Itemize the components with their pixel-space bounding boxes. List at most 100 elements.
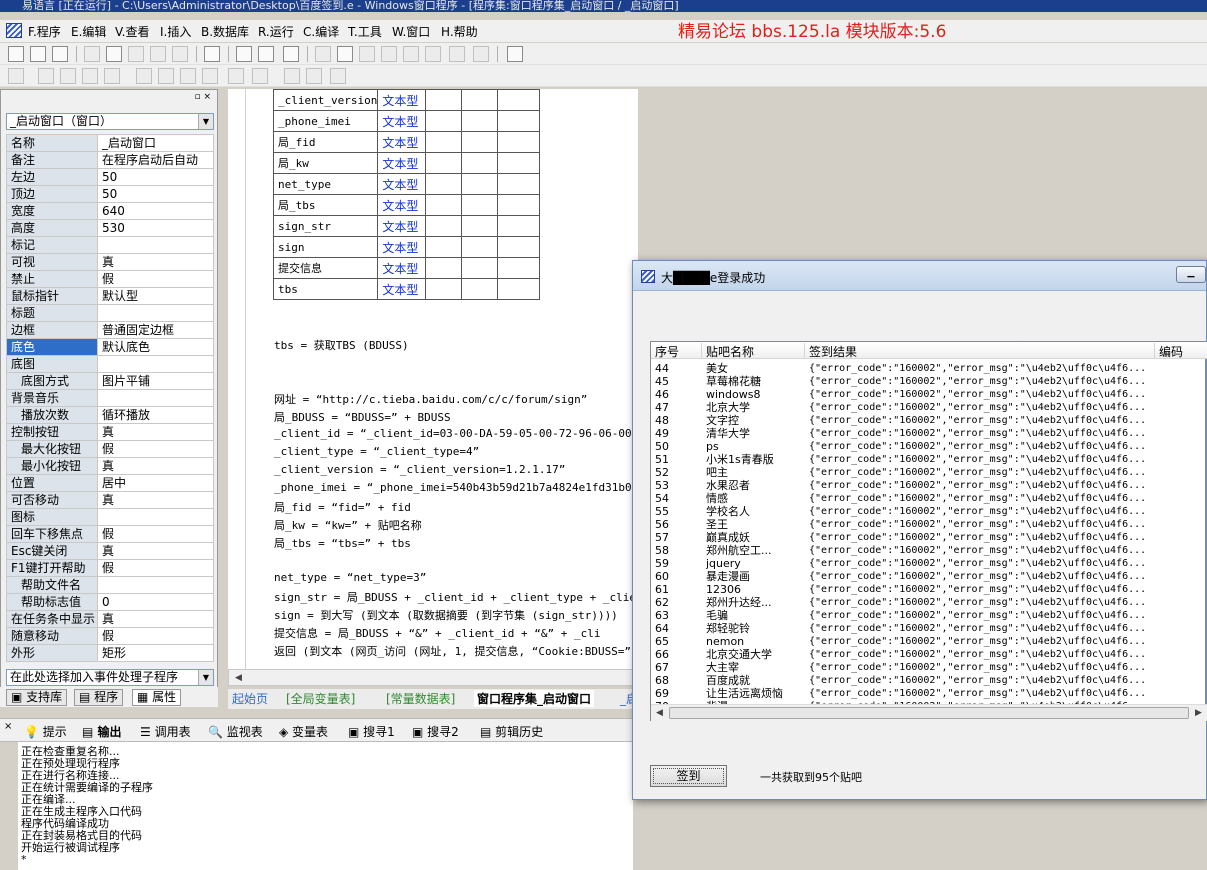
redo-icon[interactable]: [150, 46, 166, 62]
property-value[interactable]: 居中: [97, 474, 214, 492]
cut-icon[interactable]: [84, 46, 100, 62]
variable-cell[interactable]: [425, 152, 463, 174]
variable-type[interactable]: 文本型: [377, 278, 427, 300]
code-line[interactable]: 网址 = “http://c.tieba.baidu.com/c/c/forum…: [274, 391, 587, 407]
property-row[interactable]: 底图: [6, 355, 214, 373]
col-sign-result[interactable]: 签到结果: [804, 343, 1154, 359]
paste-icon[interactable]: [128, 46, 144, 62]
property-value[interactable]: 假: [97, 270, 214, 288]
code-editor[interactable]: _client_version 文本型 _phone_imei 文本型 局_fid 文本型…: [228, 89, 658, 669]
tab-watch[interactable]: 🔍 监视表: [208, 723, 263, 740]
property-row[interactable]: 鼠标指针 默认型: [6, 287, 214, 305]
center-both-icon[interactable]: [330, 68, 346, 84]
code-line[interactable]: _phone_imei = “_phone_imei=540b43b59d21b…: [274, 481, 658, 494]
property-row[interactable]: 可视真: [6, 253, 214, 271]
open-folder-icon[interactable]: [30, 46, 46, 62]
code-line[interactable]: 局_kw = “kw=” + 贴吧名称: [274, 517, 422, 533]
property-row[interactable]: 标记: [6, 236, 214, 254]
list-horizontal-scrollbar[interactable]: ◀ ▶: [651, 704, 1207, 721]
event-selector[interactable]: 在此处选择加入事件处理子程序 ▼: [6, 669, 214, 686]
property-row[interactable]: 图标: [6, 508, 214, 526]
variable-cell[interactable]: [425, 89, 463, 111]
list-item[interactable]: 54 情感 {"error_code":"160002","error_msg":"…: [651, 492, 1207, 505]
list-item[interactable]: 55 学校名人 {"error_code":"160002","error_msg"…: [651, 505, 1207, 518]
property-value[interactable]: 真: [97, 457, 214, 475]
list-item[interactable]: 60 暴走漫画 {"error_code":"160002","error_msg"…: [651, 570, 1207, 583]
menu-edit[interactable]: E.编辑: [71, 23, 106, 40]
property-value[interactable]: 默认型: [97, 287, 214, 305]
scroll-thumb[interactable]: [669, 707, 1189, 719]
property-row[interactable]: 高度 530: [6, 219, 214, 237]
property-value[interactable]: [97, 576, 214, 594]
tab-start-page[interactable]: 起始页: [232, 690, 268, 707]
variable-row[interactable]: 局_tbs 文本型: [272, 194, 541, 216]
property-value[interactable]: 530: [97, 219, 214, 237]
variable-row[interactable]: _phone_imei 文本型: [272, 110, 541, 132]
step-1-icon[interactable]: [359, 46, 375, 62]
sign-result-list[interactable]: 序号 贴吧名称 签到结果 编码 44 美女 {"error_code":"16000…: [650, 341, 1207, 721]
col-tieba-name[interactable]: 贴吧名称: [701, 343, 804, 359]
variable-type[interactable]: 文本型: [377, 152, 427, 174]
align-center-icon[interactable]: [60, 68, 76, 84]
debug-icon[interactable]: [507, 46, 523, 62]
variable-type[interactable]: 文本型: [377, 215, 427, 237]
code-line[interactable]: 提交信息 = 局_BDUSS + “&” + _client_id + “&” …: [274, 625, 601, 641]
find-icon[interactable]: [204, 46, 220, 62]
list-item[interactable]: 46 windows8 {"error_code":"160002","error_…: [651, 388, 1207, 401]
list-item[interactable]: 51 小米1s青春版 {"error_code":"160002","error_m…: [651, 453, 1207, 466]
tab-window-module[interactable]: 窗口程序集_启动窗口: [474, 690, 595, 707]
list-item[interactable]: 69 让生活远离烦恼 {"error_code":"160002","error_m…: [651, 687, 1207, 700]
variable-cell[interactable]: [497, 152, 541, 174]
property-row[interactable]: 底色 默认底色: [6, 338, 214, 356]
property-value[interactable]: [97, 304, 214, 322]
property-value[interactable]: 50: [97, 185, 214, 203]
variable-cell[interactable]: [425, 215, 463, 237]
property-value[interactable]: 在程序启动后自动: [97, 151, 214, 169]
list-item[interactable]: 52 吧主 {"error_code":"160002","error_msg":"…: [651, 466, 1207, 479]
variable-cell[interactable]: [461, 236, 499, 258]
variable-cell[interactable]: [497, 131, 541, 153]
scroll-left-icon[interactable]: ◀: [235, 673, 242, 683]
code-line[interactable]: 局_BDUSS = “BDUSS=” + BDUSS: [274, 409, 451, 425]
property-value[interactable]: [97, 236, 214, 254]
variable-name[interactable]: net_type: [272, 173, 379, 195]
list-item[interactable]: 44 美女 {"error_code":"160002","error_msg":"…: [651, 362, 1207, 375]
scroll-left-icon[interactable]: ◀: [656, 708, 663, 718]
tab-search1[interactable]: ▣ 搜寻1: [348, 723, 395, 740]
property-row[interactable]: 外形 矩形: [6, 644, 214, 662]
variable-type[interactable]: 文本型: [377, 236, 427, 258]
property-value[interactable]: 假: [97, 559, 214, 577]
scroll-right-icon[interactable]: ▶: [1195, 708, 1202, 718]
col-index[interactable]: 序号: [651, 343, 701, 359]
variable-cell[interactable]: [425, 278, 463, 300]
sign-button[interactable]: 签到: [650, 765, 727, 787]
tab-variables[interactable]: ◈ 变量表: [279, 723, 328, 740]
property-value[interactable]: 真: [97, 253, 214, 271]
tab-program[interactable]: ▤ 程序: [74, 689, 124, 706]
align-middle-icon[interactable]: [136, 68, 152, 84]
property-row[interactable]: 帮助文件名: [6, 576, 214, 594]
minimize-button[interactable]: ▁: [1176, 266, 1206, 283]
center-h-icon[interactable]: [284, 68, 300, 84]
layout-3-icon[interactable]: [283, 46, 299, 62]
property-row[interactable]: 背景音乐: [6, 389, 214, 407]
property-row[interactable]: F1键打开帮助假: [6, 559, 214, 577]
panel-close-icon[interactable]: ▫ ×: [194, 92, 211, 102]
variable-cell[interactable]: [497, 173, 541, 195]
menu-tools[interactable]: T.工具: [348, 23, 382, 40]
step-5-icon[interactable]: [449, 46, 465, 62]
property-row[interactable]: 随意移动假: [6, 627, 214, 645]
property-value[interactable]: 真: [97, 610, 214, 628]
property-row[interactable]: 播放次数 循环播放: [6, 406, 214, 424]
code-line[interactable]: 局_tbs = “tbs=” + tbs: [274, 535, 411, 551]
variable-cell[interactable]: [497, 194, 541, 216]
property-value[interactable]: [97, 355, 214, 373]
property-value[interactable]: 假: [97, 440, 214, 458]
chevron-down-icon[interactable]: ▼: [198, 670, 213, 685]
menu-database[interactable]: B.数据库: [201, 23, 249, 40]
property-value[interactable]: 真: [97, 542, 214, 560]
property-value[interactable]: 50: [97, 168, 214, 186]
menu-run[interactable]: R.运行: [258, 23, 294, 40]
list-item[interactable]: 49 清华大学 {"error_code":"160002","error_msg"…: [651, 427, 1207, 440]
code-line[interactable]: _client_type = “_client_type=4”: [274, 445, 479, 458]
